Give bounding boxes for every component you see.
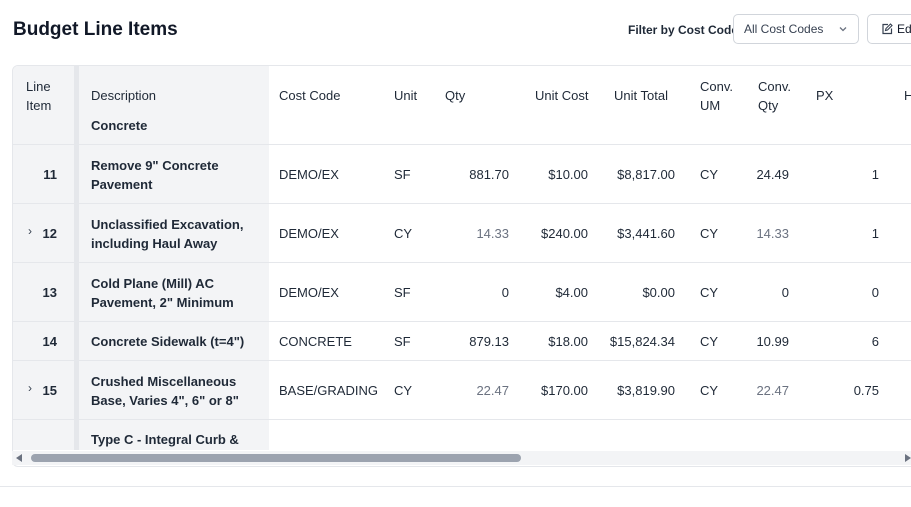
row-unit-total: $15,824.34 (609, 334, 675, 349)
page-title: Budget Line Items (13, 19, 178, 40)
row-unit-cost: $170.00 (541, 383, 588, 398)
partial-row-bottom: Type C - Integral Curb & (91, 430, 271, 450)
row-description: Crushed Miscellaneous Base, Varies 4", 6"… (91, 372, 239, 410)
row-unit: SF (394, 285, 411, 300)
header-px[interactable]: PX (816, 86, 833, 105)
row-qty: 0 (501, 285, 509, 300)
scroll-left-arrow-icon[interactable] (16, 454, 22, 462)
row-line-number: 11 (43, 167, 57, 182)
page-divider (0, 486, 911, 487)
row-px: 6 (871, 334, 879, 349)
header-line-item-line1: Line (26, 79, 51, 94)
row-description: Type C - Integral Curb & (91, 432, 239, 447)
table-row[interactable]: 13 Cold Plane (Mill) AC Pavement, 2" Mini… (13, 263, 911, 322)
row-px: 0 (871, 285, 879, 300)
filter-label: Filter by Cost Code: (628, 23, 743, 37)
row-qty: 879.13 (469, 334, 509, 349)
row-conv-qty: 14.33 (756, 226, 789, 241)
row-conv-qty: 24.49 (756, 167, 789, 182)
row-line-number: 14 (42, 334, 57, 349)
row-unit: SF (394, 334, 411, 349)
row-description-line2: Pavement, 2" Minimum (91, 295, 234, 310)
row-unit-cost: $10.00 (548, 167, 588, 182)
row-description: Unclassified Excavation, including Haul A… (91, 215, 243, 253)
row-conv-um: CY (700, 334, 719, 349)
filter-select-value: All Cost Codes (744, 22, 824, 36)
row-px: 1 (871, 167, 879, 182)
header-line-item-line2: Item (26, 98, 52, 113)
header-next-column[interactable]: H (904, 86, 911, 105)
row-unit: SF (394, 167, 411, 182)
row-conv-qty: 10.99 (756, 334, 789, 349)
row-description-line1: Remove 9" Concrete (91, 158, 219, 173)
row-line-number: 12 (42, 226, 57, 241)
row-qty: 881.70 (469, 167, 509, 182)
edit-icon (882, 23, 893, 35)
header-cost-code[interactable]: Cost Code (279, 86, 340, 105)
row-description-line2: including Haul Away (91, 236, 218, 251)
table-row[interactable]: 11 Remove 9" Concrete Pavement DEMO/EX SF… (13, 145, 911, 204)
row-px: 0.75 (853, 383, 879, 398)
row-conv-um: CY (700, 383, 719, 398)
scrollbar-thumb[interactable] (31, 454, 521, 462)
row-conv-qty: 0 (781, 285, 789, 300)
row-description-line1: Unclassified Excavation, (91, 217, 244, 232)
header-conv-um[interactable]: Conv. UM (700, 77, 733, 115)
row-unit-total: $3,441.60 (617, 226, 675, 241)
header-conv-qty-line1: Conv. (758, 79, 791, 94)
row-cost-code: DEMO/EX (279, 226, 339, 241)
row-description-line1: Cold Plane (Mill) AC (91, 276, 215, 291)
header-conv-um-line2: UM (700, 98, 721, 113)
row-conv-um: CY (700, 226, 719, 241)
scroll-right-arrow-icon[interactable] (905, 454, 911, 462)
row-unit-total: $8,817.00 (617, 167, 675, 182)
row-description-line2: Base, Varies 4", 6" or 8" (91, 393, 239, 408)
row-conv-um: CY (700, 167, 719, 182)
row-unit-total: $3,819.90 (617, 383, 675, 398)
cost-code-filter-select[interactable]: All Cost Codes (733, 14, 859, 44)
row-qty: 22.47 (476, 383, 509, 398)
row-unit-cost: $4.00 (555, 285, 588, 300)
partial-row-top: Concrete (91, 116, 261, 134)
row-conv-qty: 22.47 (756, 383, 789, 398)
header-line-item[interactable]: Line Item (26, 77, 51, 115)
header-unit-cost[interactable]: Unit Cost (535, 86, 588, 105)
row-description: Remove 9" Concrete Pavement (91, 156, 219, 194)
header-unit-total[interactable]: Unit Total (614, 86, 668, 105)
row-description: Concrete (91, 118, 148, 133)
row-cost-code: DEMO/EX (279, 167, 339, 182)
edit-button-label: Ed (897, 22, 911, 36)
budget-table: Line Item Description Cost Code Unit Qty… (12, 65, 911, 467)
row-cost-code: DEMO/EX (279, 285, 339, 300)
row-px: 1 (871, 226, 879, 241)
row-unit-total: $0.00 (642, 285, 675, 300)
row-description-line1: Crushed Miscellaneous (91, 374, 237, 389)
row-unit-cost: $240.00 (541, 226, 588, 241)
row-description-line2: Pavement (91, 177, 153, 192)
row-conv-um: CY (700, 285, 719, 300)
header-conv-qty[interactable]: Conv. Qty (758, 77, 791, 115)
edit-button[interactable]: Ed (867, 14, 911, 44)
header-conv-qty-line2: Qty (758, 98, 779, 113)
table-row[interactable]: › 15 Crushed Miscellaneous Base, Varies 4… (13, 361, 911, 420)
table-row[interactable]: 14 Concrete Sidewalk (t=4") CONCRETE SF … (13, 322, 911, 361)
header-description[interactable]: Description (91, 86, 156, 105)
row-unit-cost: $18.00 (548, 334, 588, 349)
header-unit[interactable]: Unit (394, 86, 417, 105)
row-description: Concrete Sidewalk (t=4") (91, 332, 244, 351)
table-row[interactable]: › 12 Unclassified Excavation, including H… (13, 204, 911, 263)
row-cost-code: BASE/GRADING (279, 383, 378, 398)
header-qty[interactable]: Qty (445, 86, 465, 105)
chevron-down-icon (839, 27, 847, 32)
row-unit: CY (394, 226, 413, 241)
horizontal-scrollbar[interactable] (12, 451, 911, 465)
row-qty: 14.33 (476, 226, 509, 241)
header-conv-um-line1: Conv. (700, 79, 733, 94)
row-description: Cold Plane (Mill) AC Pavement, 2" Minimum (91, 274, 234, 312)
row-cost-code: CONCRETE (279, 334, 352, 349)
row-line-number: 15 (42, 383, 57, 398)
row-line-number: 13 (42, 285, 57, 300)
row-description-line1: Concrete Sidewalk (t=4") (91, 334, 245, 349)
row-unit: CY (394, 383, 413, 398)
